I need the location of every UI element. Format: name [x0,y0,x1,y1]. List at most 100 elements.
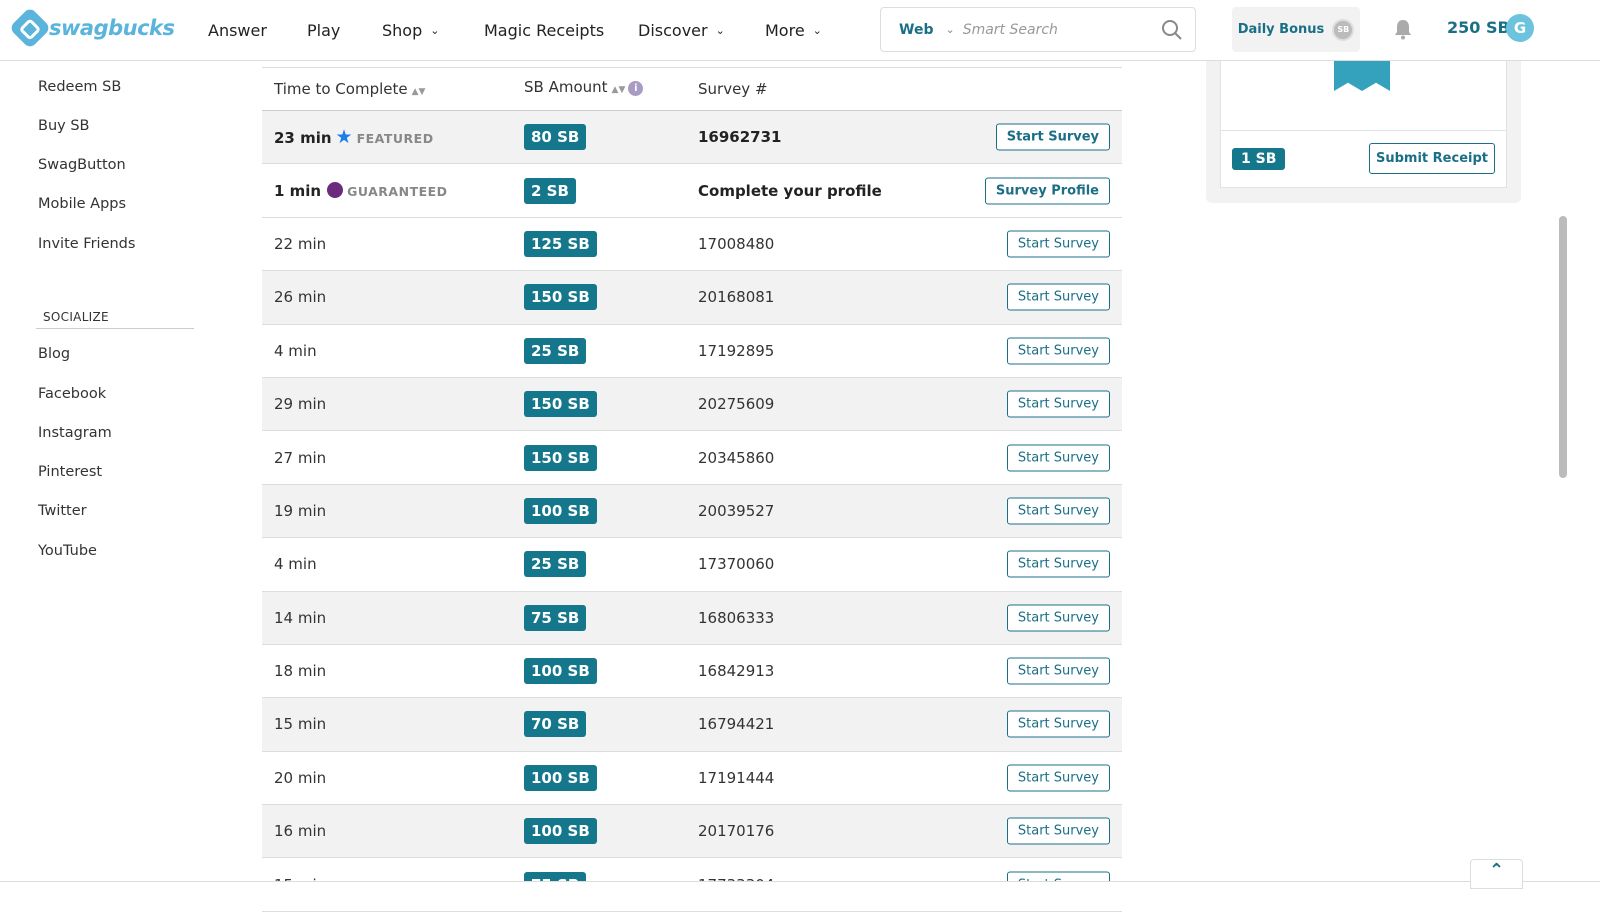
top-header: swagbucks Answer Play Shop ⌄ Magic Receip… [0,0,1600,61]
chevron-down-icon[interactable]: ⌄ [945,23,954,36]
sb-amount-badge: 25 SB [524,337,587,364]
survey-id: 16806333 [698,608,775,627]
search-icon[interactable] [1161,19,1183,41]
nav-more[interactable]: More ⌄ [765,0,822,60]
sidebar-item-mobile-apps[interactable]: Mobile Apps [38,196,126,212]
bell-icon[interactable] [1393,18,1413,40]
start-survey-button[interactable]: Start Survey [1006,230,1110,258]
header-label: Time to Complete [274,80,408,98]
swagbucks-logo[interactable]: swagbucks [8,6,175,50]
featured-tag: FEATURED [356,131,434,147]
time: 22 min [274,234,327,253]
sidebar-item-redeem[interactable]: Redeem SB [38,79,121,95]
table-row-guaranteed: 1 min GUARANTEED 2 SB Complete your profi… [262,164,1122,218]
sb-amount-badge: 25 SB [524,551,587,578]
time: 4 min [274,341,317,360]
sb-amount-badge: 70 SB [524,711,587,738]
guaranteed-tag: GUARANTEED [347,183,448,199]
chevron-down-icon: ⌄ [430,23,440,37]
table-row: 4 min 25 SB 17370060 Start Survey [262,538,1122,592]
header-amount[interactable]: SB Amount ▲▼ i [524,78,644,96]
start-survey-button[interactable]: Start Survey [1006,657,1110,685]
sb-coin-icon: SB [1332,18,1355,41]
search-input[interactable]: Smart Search [963,22,1161,38]
start-survey-button[interactable]: Start Survey [1006,283,1110,311]
time: 14 min [274,608,327,627]
nav-label: Shop [382,20,423,40]
start-survey-button[interactable]: Start Survey [1006,444,1110,472]
socialize-heading: SOCIALIZE [36,310,194,329]
sort-icon[interactable]: ▲▼ [612,85,626,95]
divider [1221,130,1506,131]
sidebar-item-instagram[interactable]: Instagram [38,425,112,441]
nav-play[interactable]: Play [307,0,340,60]
nav-answer[interactable]: Answer [208,0,267,60]
nav-label: Magic Receipts [484,20,605,40]
time: 4 min [274,555,317,574]
sort-icon[interactable]: ▲▼ [412,87,426,97]
table-row-featured: 23 min ★ FEATURED 80 SB 16962731 Start Sur… [262,111,1122,165]
start-survey-button[interactable]: Start Survey [1006,710,1110,738]
sidebar-item-blog[interactable]: Blog [38,346,70,362]
survey-id: 17192895 [698,341,775,360]
sb-amount-badge: 100 SB [524,764,597,791]
sidebar-item-facebook[interactable]: Facebook [38,386,106,402]
nav-label: Answer [208,20,267,40]
time: 16 min [274,822,327,841]
daily-bonus-button[interactable]: Daily Bonus SB [1232,7,1360,52]
table-row: 14 min 75 SB 16806333 Start Survey [262,591,1122,645]
start-survey-button[interactable]: Start Survey [995,123,1110,151]
start-survey-button[interactable]: Start Survey [1006,337,1110,365]
table-row: 27 min 150 SB 20345860 Start Survey [262,431,1122,485]
magic-receipt-card-container: 1 SB Submit Receipt [1206,50,1521,203]
sidebar-item-swagbutton[interactable]: SwagButton [38,157,126,173]
sb-balance[interactable]: 250 SB [1447,18,1510,37]
sb-amount-badge: 150 SB [524,284,597,311]
sidebar-item-invite-friends[interactable]: Invite Friends [38,236,135,252]
start-survey-button[interactable]: Start Survey [1006,550,1110,578]
nav-magic-receipts[interactable]: Magic Receipts [484,0,604,60]
sidebar-item-pinterest[interactable]: Pinterest [38,464,102,480]
nav-label: Discover [638,20,708,40]
info-icon[interactable]: i [628,81,644,96]
time: 20 min [274,768,327,787]
start-survey-button[interactable]: Start Survey [1006,390,1110,418]
survey-id: 17008480 [698,234,775,253]
back-to-top-button[interactable]: ⌃ [1470,859,1523,889]
sidebar-item-twitter[interactable]: Twitter [38,503,87,519]
chevron-up-icon: ⌃ [1488,860,1505,881]
start-survey-button[interactable]: Start Survey [1006,497,1110,525]
magic-receipt-card: 1 SB Submit Receipt [1220,50,1507,188]
sidebar-item-youtube[interactable]: YouTube [38,543,97,559]
table-row: 4 min 25 SB 17192895 Start Survey [262,325,1122,378]
survey-profile-button[interactable]: Survey Profile [984,177,1110,205]
table-row: 20 min 100 SB 17191444 Start Survey [262,752,1122,806]
time: 19 min [274,501,327,520]
sidebar-item-buy-sb[interactable]: Buy SB [38,118,89,134]
scrollbar-thumb[interactable] [1559,216,1567,478]
survey-id: 16962731 [698,128,782,147]
logo-icon [8,6,52,50]
survey-id: 16794421 [698,715,775,734]
chevron-down-icon: ⌄ [715,23,725,37]
search-scope-select[interactable]: Web [899,22,933,38]
submit-receipt-button[interactable]: Submit Receipt [1369,143,1495,174]
start-survey-button[interactable]: Start Survey [1006,764,1110,792]
time-cell: 1 min GUARANTEED [274,181,448,200]
nav-label: Play [307,20,341,40]
nav-discover[interactable]: Discover ⌄ [638,0,725,60]
table-row: 29 min 150 SB 20275609 Start Survey [262,377,1122,432]
guaranteed-badge-icon [327,181,344,198]
time: 29 min [274,395,327,414]
header-time[interactable]: Time to Complete ▲▼ [274,80,425,98]
avatar[interactable]: G [1506,14,1534,42]
start-survey-button[interactable]: Start Survey [1006,817,1110,845]
survey-id: 20275609 [698,395,775,414]
chevron-down-icon: ⌄ [812,23,822,37]
sb-amount-badge: 80 SB [524,124,587,151]
time: 27 min [274,448,327,467]
nav-shop[interactable]: Shop ⌄ [382,0,439,60]
surveys-table: Time to Complete ▲▼ SB Amount ▲▼ i Survey #… [262,67,1122,912]
start-survey-button[interactable]: Start Survey [1006,604,1110,632]
sb-amount-badge: 75 SB [524,604,587,631]
